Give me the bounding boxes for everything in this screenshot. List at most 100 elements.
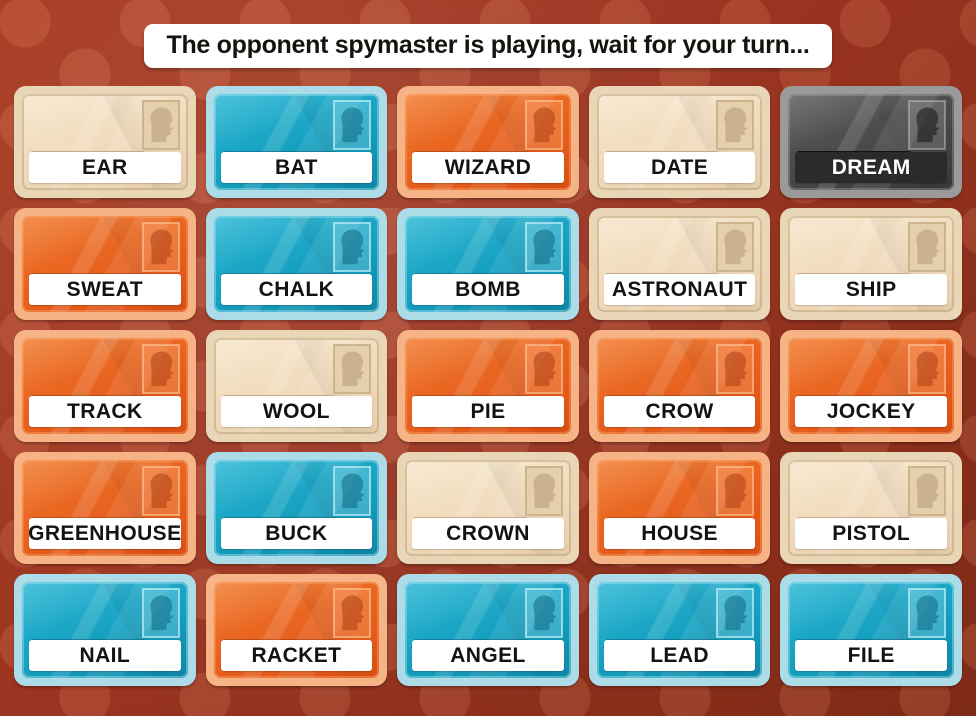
head-silhouette-icon: [716, 344, 755, 394]
card-word-plate: TRACK: [29, 396, 181, 427]
card-word-plate: ANGEL: [412, 640, 564, 671]
card-racket[interactable]: RACKET: [205, 574, 388, 686]
head-silhouette-icon: [908, 466, 946, 516]
card-jockey[interactable]: JOCKEY: [780, 330, 962, 442]
card-buck[interactable]: BUCK: [205, 452, 388, 564]
card-word-label: BOMB: [455, 278, 521, 301]
card-face: NAIL: [22, 582, 188, 678]
card-face: BOMB: [405, 216, 571, 312]
status-banner: The opponent spymaster is playing, wait …: [144, 24, 832, 69]
card-word-label: BAT: [274, 156, 318, 179]
head-silhouette-icon: [716, 466, 755, 516]
card-word-label: TRACK: [67, 400, 143, 423]
card-word-plate: WOOL: [220, 396, 373, 427]
card-face: SHIP: [788, 216, 954, 312]
card-word-plate: RACKET: [220, 640, 373, 671]
card-bomb[interactable]: BOMB: [397, 208, 579, 320]
card-word-plate: BAT: [220, 152, 373, 183]
card-word-plate: BUCK: [220, 518, 373, 549]
card-word-label: ASTRONAUT: [611, 278, 748, 301]
head-silhouette-icon: [141, 344, 180, 394]
card-word-plate: PISTOL: [795, 518, 947, 549]
card-word-plate: HOUSE: [603, 518, 756, 549]
card-face: LEAD: [596, 582, 763, 678]
card-word-label: DATE: [650, 156, 709, 179]
card-crown[interactable]: CROWN: [397, 452, 579, 564]
card-sweat[interactable]: SWEAT: [14, 208, 196, 320]
card-word-label: CROW: [645, 400, 714, 423]
card-word-label: PISTOL: [832, 522, 911, 545]
card-face: PIE: [405, 338, 571, 434]
card-word-label: BUCK: [265, 522, 328, 545]
card-astronaut[interactable]: ASTRONAUT: [588, 208, 771, 320]
card-ship[interactable]: SHIP: [780, 208, 962, 320]
card-face: CROWN: [405, 460, 571, 556]
card-word-label: DREAM: [831, 156, 911, 179]
status-banner-container: The opponent spymaster is playing, wait …: [0, 24, 976, 69]
head-silhouette-icon: [333, 222, 372, 272]
card-face: WIZARD: [405, 94, 571, 190]
card-nail[interactable]: NAIL: [14, 574, 196, 686]
card-word-plate: NAIL: [29, 640, 181, 671]
card-word-label: HOUSE: [641, 522, 718, 545]
card-face: JOCKEY: [788, 338, 954, 434]
card-word-plate: EAR: [29, 152, 181, 183]
card-face: ANGEL: [405, 582, 571, 678]
card-word-plate: JOCKEY: [795, 396, 947, 427]
card-word-plate: WIZARD: [412, 152, 564, 183]
card-word-label: FILE: [847, 644, 895, 667]
card-face: ASTRONAUT: [596, 216, 763, 312]
head-silhouette-icon: [333, 100, 372, 150]
head-silhouette-icon: [716, 100, 755, 150]
card-pistol[interactable]: PISTOL: [780, 452, 962, 564]
card-word-label: CROWN: [446, 522, 530, 545]
card-word-plate: SWEAT: [29, 274, 181, 305]
card-word-plate: CROW: [603, 396, 756, 427]
card-crow[interactable]: CROW: [588, 330, 771, 442]
card-word-label: PIE: [470, 400, 506, 423]
card-file[interactable]: FILE: [780, 574, 962, 686]
head-silhouette-icon: [524, 222, 563, 272]
card-word-label: CHALK: [258, 278, 335, 301]
card-greenhouse[interactable]: GREENHOUSE: [14, 452, 196, 564]
head-silhouette-icon: [908, 344, 946, 394]
card-dream[interactable]: DREAM: [780, 86, 962, 198]
card-lead[interactable]: LEAD: [588, 574, 771, 686]
card-word-label: NAIL: [79, 644, 131, 667]
card-face: BUCK: [213, 460, 380, 556]
card-wizard[interactable]: WIZARD: [397, 86, 579, 198]
card-track[interactable]: TRACK: [14, 330, 196, 442]
card-bat[interactable]: BAT: [205, 86, 388, 198]
card-face: RACKET: [213, 582, 380, 678]
card-word-label: WIZARD: [444, 156, 532, 179]
head-silhouette-icon: [908, 222, 946, 272]
card-pie[interactable]: PIE: [397, 330, 579, 442]
head-silhouette-icon: [141, 222, 180, 272]
card-word-plate: GREENHOUSE: [28, 518, 181, 549]
card-word-plate: DREAM: [795, 152, 947, 183]
card-word-plate: SHIP: [795, 274, 947, 305]
card-word-plate: ASTRONAUT: [603, 274, 756, 305]
card-face: HOUSE: [596, 460, 763, 556]
card-word-label: RACKET: [251, 644, 342, 667]
card-ear[interactable]: EAR: [14, 86, 196, 198]
card-word-plate: FILE: [795, 640, 947, 671]
head-silhouette-icon: [141, 466, 180, 516]
head-silhouette-icon: [333, 344, 372, 394]
head-silhouette-icon: [716, 588, 755, 638]
card-house[interactable]: HOUSE: [588, 452, 771, 564]
card-chalk[interactable]: CHALK: [205, 208, 388, 320]
card-face: CROW: [596, 338, 763, 434]
head-silhouette-icon: [141, 100, 180, 150]
head-silhouette-icon: [333, 466, 372, 516]
card-face: DREAM: [788, 94, 954, 190]
card-face: BAT: [213, 94, 380, 190]
card-wool[interactable]: WOOL: [205, 330, 388, 442]
status-banner-text: The opponent spymaster is playing, wait …: [166, 31, 810, 59]
card-date[interactable]: DATE: [588, 86, 771, 198]
head-silhouette-icon: [524, 588, 563, 638]
card-angel[interactable]: ANGEL: [397, 574, 579, 686]
card-word-label: SWEAT: [66, 278, 143, 301]
card-face: PISTOL: [788, 460, 954, 556]
card-face: SWEAT: [22, 216, 188, 312]
